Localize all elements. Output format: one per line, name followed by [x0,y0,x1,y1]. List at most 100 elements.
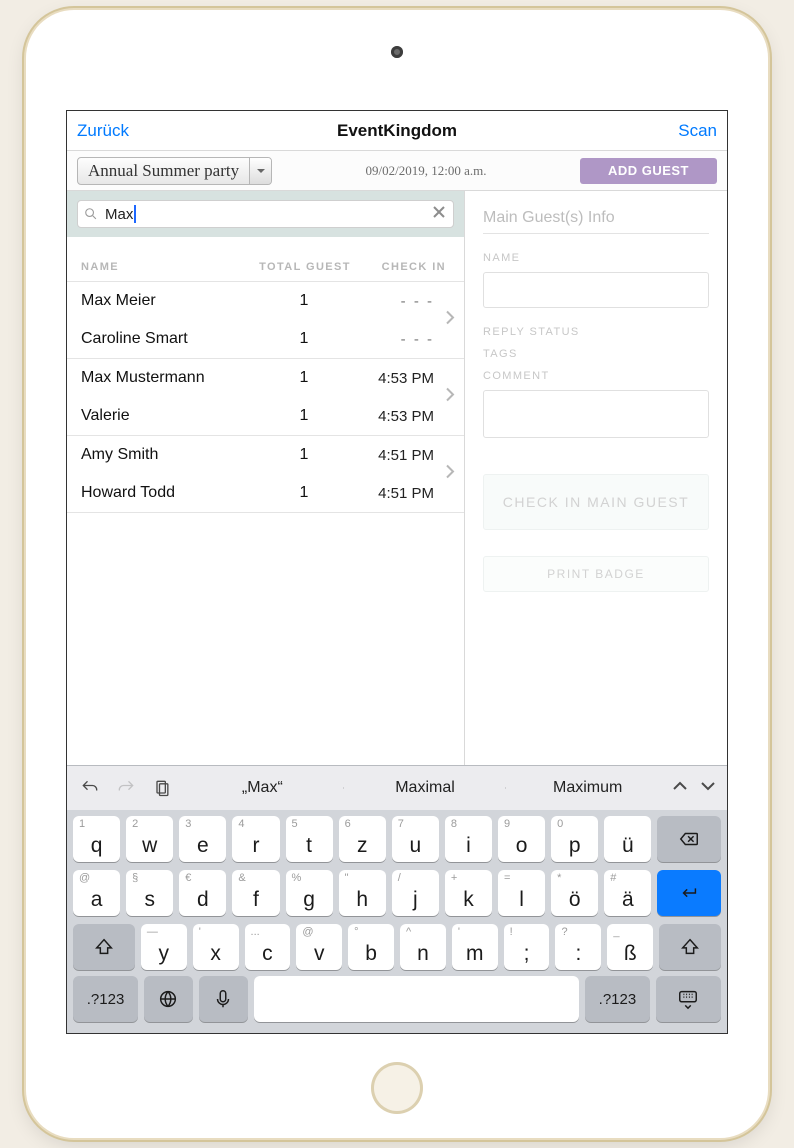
search-input[interactable]: Max [77,200,454,228]
keyboard-key[interactable]: +k [445,870,492,916]
keyboard-space-key[interactable] [254,976,579,1022]
keyboard-key[interactable]: #ä [604,870,651,916]
guest-checkin: - - - [344,331,434,348]
keyboard-key[interactable]: 3e [179,816,226,862]
keyboard-key[interactable]: _ß [607,924,653,970]
chevron-right-icon [444,309,456,332]
guest-total: 1 [264,484,344,502]
detail-comment-label: COMMENT [483,370,709,382]
table-row[interactable]: Howard Todd14:51 PM [67,474,434,512]
keyboard-key[interactable]: €d [179,870,226,916]
keyboard-key[interactable]: §s [126,870,173,916]
keyboard-key[interactable]: 'x [193,924,239,970]
keyboard-key[interactable]: %g [286,870,333,916]
keyboard-key[interactable]: /j [392,870,439,916]
mic-icon[interactable] [199,976,248,1022]
keyboard-key[interactable]: 5t [286,816,333,862]
keyboard-key[interactable]: 7u [392,816,439,862]
keyboard-key[interactable]: ü [604,816,651,862]
detail-name-input[interactable] [483,272,709,308]
keyboard-symbols-key[interactable]: .?123 [73,976,138,1022]
keyboard-key[interactable]: @a [73,870,120,916]
keyboard-dismiss-icon[interactable] [656,976,721,1022]
globe-icon[interactable] [144,976,193,1022]
detail-reply-label: REPLY STATUS [483,326,709,338]
guest-detail-panel: Main Guest(s) Info NAME REPLY STATUS TAG… [465,191,727,765]
col-checkin: CHECK IN [360,261,450,273]
undo-icon[interactable] [73,771,107,805]
app-title: EventKingdom [157,121,637,141]
back-button[interactable]: Zurück [77,121,157,141]
event-selector[interactable]: Annual Summer party [77,157,272,185]
backspace-icon[interactable] [657,816,721,862]
keyboard-key[interactable]: ^n [400,924,446,970]
clipboard-icon[interactable] [145,771,179,805]
keyboard-key[interactable]: 8i [445,816,492,862]
event-selector-label: Annual Summer party [78,161,249,181]
keyboard-key[interactable]: —y [141,924,187,970]
keyboard-collapse-up-icon[interactable] [671,777,689,800]
keyboard-key[interactable]: °b [348,924,394,970]
guest-total: 1 [264,369,344,387]
ipad-camera [391,46,403,58]
guest-group[interactable]: Amy Smith14:51 PMHoward Todd14:51 PM [67,435,464,513]
guest-checkin: - - - [344,293,434,310]
search-bar-container: Max [67,191,464,237]
keyboard-suggestion[interactable]: Maximum [506,779,669,797]
print-badge-button[interactable]: PRINT BADGE [483,556,709,592]
keyboard-key[interactable]: 2w [126,816,173,862]
keyboard-suggestion[interactable]: Maximal [344,779,507,797]
table-row[interactable]: Amy Smith14:51 PM [67,436,434,474]
return-key-icon[interactable] [657,870,721,916]
scan-button[interactable]: Scan [637,121,717,141]
keyboard-key[interactable]: 4r [232,816,279,862]
guest-group[interactable]: Max Mustermann14:53 PMValerie14:53 PM [67,358,464,436]
keyboard-suggestion-bar: „Max“ Maximal Maximum [67,766,727,810]
guest-total: 1 [264,446,344,464]
check-in-main-guest-button[interactable]: CHECK IN MAIN GUEST [483,474,709,530]
keyboard-key[interactable]: *ö [551,870,598,916]
detail-comment-input[interactable] [483,390,709,438]
col-total: TOTAL GUEST [250,261,360,273]
keyboard-key[interactable]: 9o [498,816,545,862]
guest-table-body: Max Meier1- - -Caroline Smart1- - -Max M… [67,281,464,512]
redo-icon [109,771,143,805]
keyboard-key[interactable]: &f [232,870,279,916]
keyboard-key[interactable]: @v [296,924,342,970]
keyboard-key[interactable]: !; [504,924,550,970]
guest-group[interactable]: Max Meier1- - -Caroline Smart1- - - [67,281,464,359]
guest-total: 1 [264,292,344,310]
keyboard-key[interactable]: =l [498,870,545,916]
keyboard-key[interactable]: ...c [245,924,291,970]
search-input-value: Max [105,205,424,223]
detail-name-label: NAME [483,252,709,264]
keyboard-key[interactable]: "h [339,870,386,916]
shift-key-icon[interactable] [659,924,721,970]
detail-tags-label: TAGS [483,348,709,360]
table-row[interactable]: Caroline Smart1- - - [67,320,434,358]
add-guest-button[interactable]: ADD GUEST [580,158,717,184]
keyboard-key[interactable]: 'm [452,924,498,970]
search-icon [84,207,98,221]
guest-name: Max Mustermann [81,369,264,387]
table-row[interactable]: Max Mustermann14:53 PM [67,359,434,397]
table-row[interactable]: Max Meier1- - - [67,282,434,320]
app-screen: Zurück EventKingdom Scan Annual Summer p… [66,110,728,1034]
chevron-right-icon [444,463,456,486]
keyboard-collapse-down-icon[interactable] [699,777,717,800]
keyboard-symbols-key-right[interactable]: .?123 [585,976,650,1022]
guest-name: Valerie [81,407,264,425]
keyboard-suggestion[interactable]: „Max“ [181,779,344,797]
keyboard-key[interactable]: ?: [555,924,601,970]
clear-search-button[interactable] [431,204,447,225]
table-row[interactable]: Valerie14:53 PM [67,397,434,435]
guest-total: 1 [264,330,344,348]
ipad-home-button[interactable] [371,1062,423,1114]
keyboard-key[interactable]: 6z [339,816,386,862]
guest-name: Caroline Smart [81,330,264,348]
chevron-down-icon [249,158,271,184]
shift-key-icon[interactable] [73,924,135,970]
keyboard-key[interactable]: 1q [73,816,120,862]
detail-heading: Main Guest(s) Info [483,209,709,234]
keyboard-key[interactable]: 0p [551,816,598,862]
